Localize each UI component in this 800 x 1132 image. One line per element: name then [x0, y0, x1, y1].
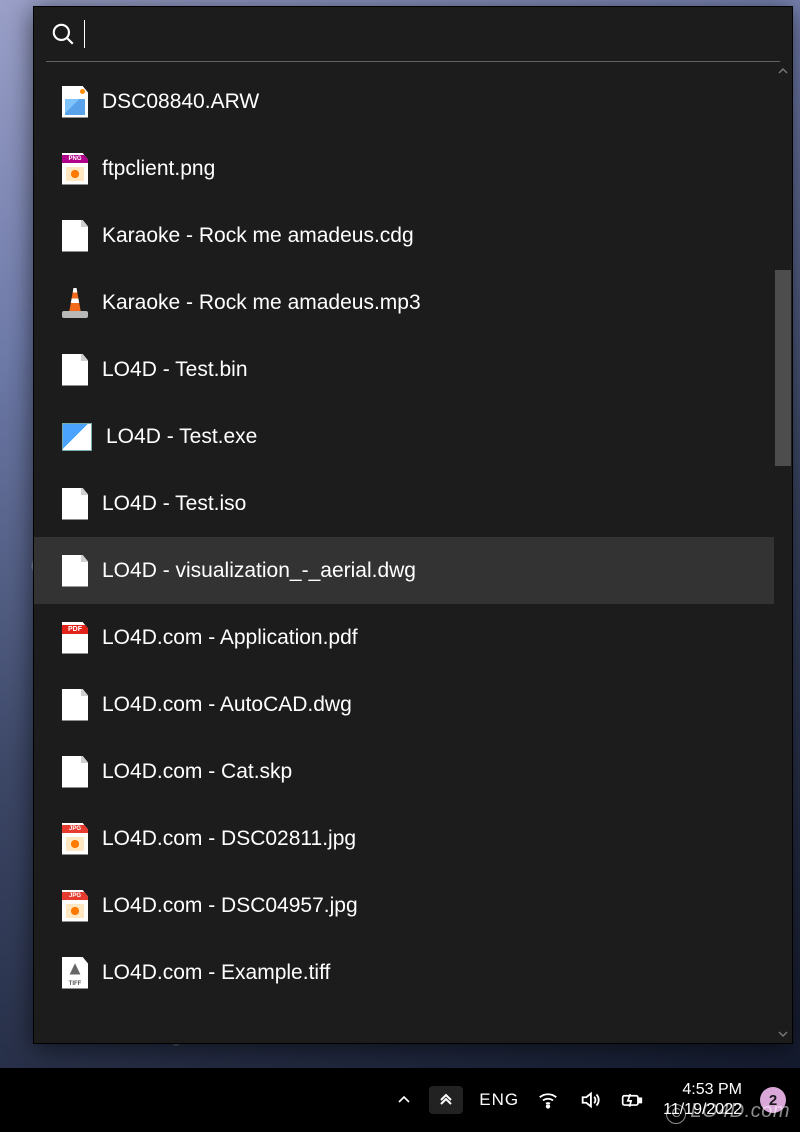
- language-indicator[interactable]: ENG: [479, 1090, 519, 1110]
- result-list: DSC08840.ARW ftpclient.png Karaoke - Rock …: [34, 62, 792, 1012]
- volume-icon[interactable]: [571, 1077, 609, 1123]
- result-item-label: LO4D.com - AutoCAD.dwg: [102, 693, 352, 717]
- result-item[interactable]: LO4D - Test.bin: [34, 336, 792, 403]
- result-item[interactable]: DSC08840.ARW: [34, 68, 792, 135]
- result-item-label: LO4D.com - Example.tiff: [102, 961, 330, 985]
- result-item[interactable]: LO4D.com - Example.tiff: [34, 939, 792, 1006]
- results-pane: DSC08840.ARW ftpclient.png Karaoke - Rock …: [34, 62, 792, 1043]
- result-item-label: LO4D - Test.iso: [102, 492, 246, 516]
- result-item-label: LO4D - Test.bin: [102, 358, 248, 382]
- result-item-label: LO4D.com - Cat.skp: [102, 760, 292, 784]
- vlc-icon: [62, 288, 88, 318]
- blank-icon: [62, 756, 88, 788]
- clock-date: 11/19/2022: [663, 1100, 742, 1120]
- result-item[interactable]: LO4D - visualization_-_aerial.dwg: [34, 537, 792, 604]
- tiff-icon: [62, 957, 88, 989]
- result-item[interactable]: LO4D - Test.iso: [34, 470, 792, 537]
- blank-icon: [62, 689, 88, 721]
- result-item[interactable]: LO4D.com - Cat.skp: [34, 738, 792, 805]
- result-item[interactable]: LO4D.com - DSC04957.jpg: [34, 872, 792, 939]
- scroll-up-arrow[interactable]: [774, 62, 792, 80]
- wifi-icon[interactable]: [529, 1077, 567, 1123]
- scrollbar[interactable]: [774, 62, 792, 1043]
- result-item[interactable]: LO4D - Test.exe: [34, 403, 792, 470]
- blank-icon: [62, 354, 88, 386]
- notification-badge[interactable]: 2: [760, 1087, 786, 1113]
- result-item-label: LO4D - Test.exe: [106, 425, 257, 449]
- blank-icon: [62, 220, 88, 252]
- search-input[interactable]: [85, 13, 780, 55]
- clock-time: 4:53 PM: [663, 1080, 742, 1100]
- exe-icon: [62, 423, 92, 451]
- result-item-label: LO4D.com - DSC04957.jpg: [102, 894, 358, 918]
- result-item-label: LO4D - visualization_-_aerial.dwg: [102, 559, 416, 583]
- result-item-label: DSC08840.ARW: [102, 90, 259, 114]
- jpg-icon: [62, 890, 88, 922]
- result-item-label: LO4D.com - DSC02811.jpg: [102, 827, 356, 851]
- taskbar-clock[interactable]: 4:53 PM 11/19/2022: [663, 1080, 742, 1120]
- taskbar: ENG 4:53 PM 11/19/2022 2: [0, 1068, 800, 1132]
- jpg-icon: [62, 823, 88, 855]
- result-item-label: ftpclient.png: [102, 157, 215, 181]
- result-item-label: LO4D.com - Application.pdf: [102, 626, 358, 650]
- result-item[interactable]: Karaoke - Rock me amadeus.mp3: [34, 269, 792, 336]
- battery-icon[interactable]: [613, 1077, 651, 1123]
- tray-overflow-chevron[interactable]: [389, 1085, 419, 1115]
- result-item[interactable]: LO4D.com - Application.pdf: [34, 604, 792, 671]
- search-icon: [50, 21, 76, 47]
- result-item[interactable]: LO4D.com - AutoCAD.dwg: [34, 671, 792, 738]
- result-item-label: Karaoke - Rock me amadeus.mp3: [102, 291, 421, 315]
- tray-more-icon[interactable]: [429, 1086, 463, 1114]
- result-item[interactable]: ftpclient.png: [34, 135, 792, 202]
- pdf-icon: [62, 622, 88, 654]
- search-popup: DSC08840.ARW ftpclient.png Karaoke - Rock …: [33, 6, 793, 1044]
- blank-icon: [62, 488, 88, 520]
- result-item[interactable]: LO4D.com - DSC02811.jpg: [34, 805, 792, 872]
- scroll-down-arrow[interactable]: [774, 1025, 792, 1043]
- png-icon: [62, 153, 88, 185]
- search-bar: [46, 7, 780, 62]
- blank-icon: [62, 555, 88, 587]
- scroll-thumb[interactable]: [775, 270, 791, 466]
- result-item[interactable]: Karaoke - Rock me amadeus.cdg: [34, 202, 792, 269]
- img-icon: [62, 86, 88, 118]
- result-item-label: Karaoke - Rock me amadeus.cdg: [102, 224, 414, 248]
